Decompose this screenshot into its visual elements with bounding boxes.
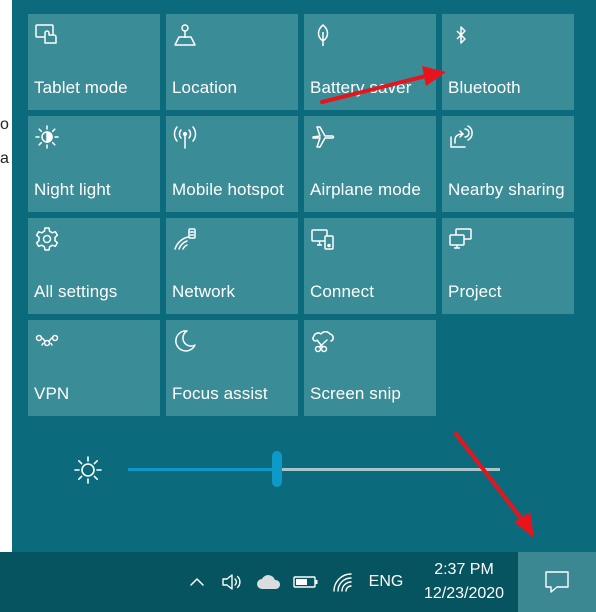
brightness-slider-fill xyxy=(128,468,277,471)
tile-location[interactable]: Location xyxy=(166,14,298,110)
tile-battery-saver[interactable]: Battery saver xyxy=(304,14,436,110)
tile-project[interactable]: Project xyxy=(442,218,574,314)
wifi-icon xyxy=(333,573,352,592)
background-text-fragment: a xyxy=(0,150,9,167)
tile-label: Project xyxy=(448,282,502,301)
volume-button[interactable] xyxy=(218,552,246,612)
battery-icon xyxy=(293,576,318,588)
moon-icon xyxy=(172,328,198,354)
brightness-control xyxy=(72,451,512,488)
mobile-hotspot-icon xyxy=(172,124,198,150)
tile-label: Nearby sharing xyxy=(448,180,565,199)
tile-label: Battery saver xyxy=(310,78,412,97)
tile-screen-snip[interactable]: Screen snip xyxy=(304,320,436,416)
tile-vpn[interactable]: VPN xyxy=(28,320,160,416)
gear-icon xyxy=(34,226,60,252)
tile-night-light[interactable]: Night light xyxy=(28,116,160,212)
tile-focus-assist[interactable]: Focus assist xyxy=(166,320,298,416)
taskbar: ENG 2:37 PM 12/23/2020 xyxy=(0,552,596,612)
network-icon xyxy=(172,226,198,252)
tablet-mode-icon xyxy=(34,22,60,48)
tile-mobile-hotspot[interactable]: Mobile hotspot xyxy=(166,116,298,212)
tile-label: Night light xyxy=(34,180,111,199)
tile-label: Mobile hotspot xyxy=(172,180,284,199)
tile-label: Network xyxy=(172,282,236,301)
project-icon xyxy=(448,226,474,252)
tile-label: Screen snip xyxy=(310,384,401,403)
tile-label: VPN xyxy=(34,384,70,403)
taskbar-clock[interactable]: 2:37 PM 12/23/2020 xyxy=(412,552,516,612)
tile-label: Focus assist xyxy=(172,384,268,403)
wifi-button[interactable] xyxy=(328,552,356,612)
tile-label: Connect xyxy=(310,282,375,301)
language-indicator: ENG xyxy=(368,573,404,590)
tile-airplane-mode[interactable]: Airplane mode xyxy=(304,116,436,212)
tile-label: All settings xyxy=(34,282,118,301)
tile-all-settings[interactable]: All settings xyxy=(28,218,160,314)
onedrive-cloud-icon xyxy=(257,575,281,589)
airplane-icon xyxy=(310,124,336,150)
brightness-sun-icon xyxy=(72,454,104,486)
volume-icon xyxy=(222,574,241,590)
screen-snip-icon xyxy=(310,328,336,354)
tile-label: Location xyxy=(172,78,238,97)
tile-bluetooth[interactable]: Bluetooth xyxy=(442,14,574,110)
clock-date: 12/23/2020 xyxy=(423,585,505,602)
tile-network[interactable]: Network xyxy=(166,218,298,314)
tile-label: Airplane mode xyxy=(310,180,421,199)
vpn-icon xyxy=(34,328,60,354)
background-window: o a xyxy=(0,0,12,552)
clock-time: 2:37 PM xyxy=(434,561,494,578)
night-light-icon xyxy=(34,124,60,150)
battery-button[interactable] xyxy=(292,552,320,612)
nearby-sharing-icon xyxy=(448,124,474,150)
bluetooth-icon xyxy=(448,22,474,48)
action-center-button[interactable] xyxy=(518,552,596,612)
brightness-slider-thumb[interactable] xyxy=(271,451,282,487)
input-language-button[interactable]: ENG xyxy=(364,552,408,612)
show-hidden-icons-button[interactable] xyxy=(184,552,210,612)
background-text-fragment: o xyxy=(0,116,9,133)
tile-label: Tablet mode xyxy=(34,78,128,97)
quick-actions-grid: Tablet mode Location Battery saver Bluet… xyxy=(28,14,574,416)
tile-tablet-mode[interactable]: Tablet mode xyxy=(28,14,160,110)
tile-label: Bluetooth xyxy=(448,78,521,97)
action-center-panel: Tablet mode Location Battery saver Bluet… xyxy=(12,0,596,552)
tile-nearby-sharing[interactable]: Nearby sharing xyxy=(442,116,574,212)
battery-saver-icon xyxy=(310,22,336,48)
location-icon xyxy=(172,22,198,48)
brightness-slider[interactable] xyxy=(128,451,500,487)
connect-icon xyxy=(310,226,336,252)
action-center-icon xyxy=(545,571,569,593)
tile-connect[interactable]: Connect xyxy=(304,218,436,314)
onedrive-button[interactable] xyxy=(254,552,284,612)
chevron-up-icon xyxy=(190,578,204,586)
